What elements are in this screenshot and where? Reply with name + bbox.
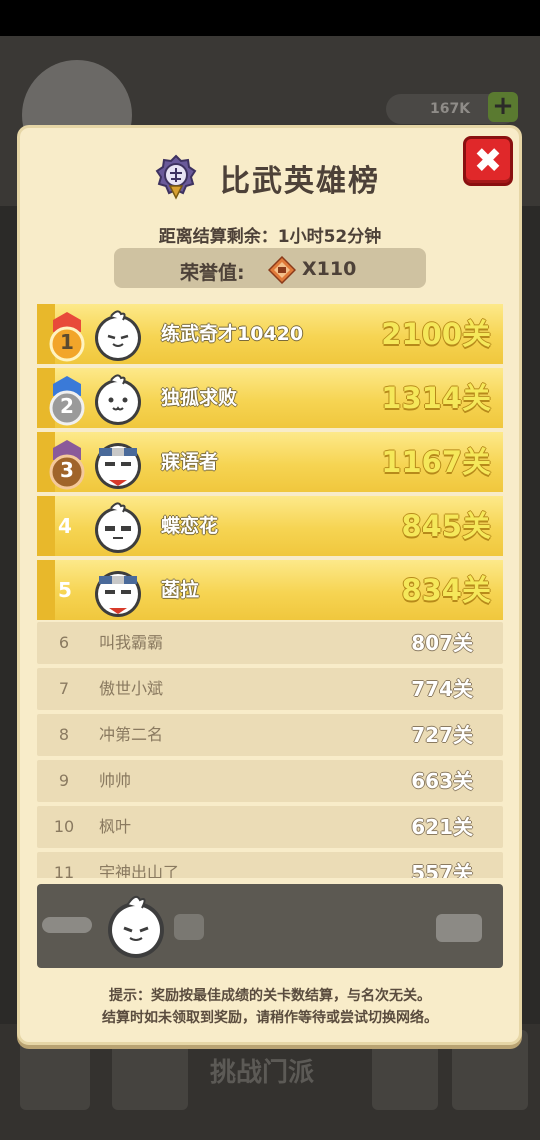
close-icon: ✖ — [473, 141, 503, 181]
rank-number: 3 — [60, 458, 74, 482]
rank-number: 10 — [53, 817, 75, 836]
countdown-text: 距离结算剩余：1小时52分钟 — [158, 227, 382, 247]
rank-number: 11 — [53, 863, 75, 878]
bird-avatar-icon — [95, 374, 141, 425]
list-item: 6 叫我霸霸 807关 — [37, 622, 503, 664]
player-name: 宇神出山了 — [99, 863, 180, 878]
leaderboard-scroll-list[interactable]: 6 叫我霸霸 807关 7 傲世小斌 774关 8 冲第二名 727关 9 帅帅… — [37, 620, 503, 878]
player-score: 727关 — [411, 723, 473, 747]
trophy-badge-icon — [155, 154, 197, 200]
leaderboard-row-2: 2 独孤求败 1314关 — [37, 368, 503, 428]
honor-diamond-icon — [268, 256, 296, 284]
ninja-avatar-icon — [95, 443, 141, 489]
player-score: 834关 — [401, 573, 491, 607]
bird-avatar-icon — [108, 895, 164, 958]
player-score: 557关 — [411, 861, 473, 878]
rank-number: 2 — [60, 394, 74, 418]
rank-number: 8 — [58, 725, 70, 744]
player-score: 845关 — [401, 509, 491, 543]
bird-avatar-icon — [95, 502, 141, 553]
list-item: 7 傲世小斌 774关 — [37, 668, 503, 710]
ninja-avatar-icon — [95, 571, 141, 617]
player-score: 621关 — [411, 815, 473, 839]
player-name: 独孤求败 — [161, 387, 238, 409]
close-button[interactable]: ✖ — [463, 136, 513, 186]
leaderboard-title: 比武英雄榜 — [220, 164, 380, 199]
rank-number: 4 — [58, 514, 72, 538]
player-score: 807关 — [411, 631, 473, 655]
list-item: 11 宇神出山了 557关 — [37, 852, 503, 878]
my-score-placeholder — [436, 914, 482, 942]
status-bar — [0, 0, 540, 36]
player-name: 叫我霸霸 — [99, 633, 164, 652]
bird-avatar-icon — [95, 310, 141, 361]
list-item: 9 帅帅 663关 — [37, 760, 503, 802]
leaderboard-row-5: 5 菡拉 834关 — [37, 560, 503, 620]
player-score: 663关 — [411, 769, 473, 793]
rank-number: 9 — [58, 771, 70, 790]
honor-value: X110 — [302, 258, 357, 280]
my-name-placeholder — [174, 914, 204, 940]
leaderboard-row-4: 4 蝶恋花 845关 — [37, 496, 503, 556]
rank-number: 5 — [58, 578, 72, 602]
player-score: 2100关 — [381, 317, 491, 351]
rank-number: 7 — [58, 679, 70, 698]
player-score: 1314关 — [381, 381, 491, 415]
my-rank-placeholder — [42, 917, 92, 933]
player-name: 菡拉 — [161, 579, 200, 601]
honor-label: 荣誉值: — [180, 262, 245, 284]
leaderboard-row-3: 3 寐语者 1167关 — [37, 432, 503, 492]
rank-number: 1 — [60, 330, 74, 354]
player-name: 练武奇才10420 — [161, 323, 304, 345]
list-item: 8 冲第二名 727关 — [37, 714, 503, 756]
player-name: 傲世小斌 — [99, 679, 164, 698]
player-score: 1167关 — [381, 445, 491, 479]
player-score: 774关 — [411, 677, 473, 701]
player-name: 帅帅 — [99, 771, 132, 790]
list-item: 10 枫叶 621关 — [37, 806, 503, 848]
player-name: 枫叶 — [99, 817, 132, 836]
hint-line-2: 结算时如未领取到奖励，请稍作等待或尝试切换网络。 — [102, 1010, 438, 1026]
player-name: 寐语者 — [161, 451, 219, 473]
rank-number: 6 — [58, 633, 70, 652]
player-name: 冲第二名 — [99, 725, 164, 744]
hint-line-1: 提示：奖励按最佳成绩的关卡数结算，与名次无关。 — [109, 988, 431, 1004]
add-currency-button: + — [488, 92, 518, 122]
player-name: 蝶恋花 — [161, 515, 219, 537]
nav-challenge-sect-label: 挑战门派 — [210, 1058, 315, 1088]
leaderboard-row-1: 1 练武奇才10420 2100关 — [37, 304, 503, 364]
